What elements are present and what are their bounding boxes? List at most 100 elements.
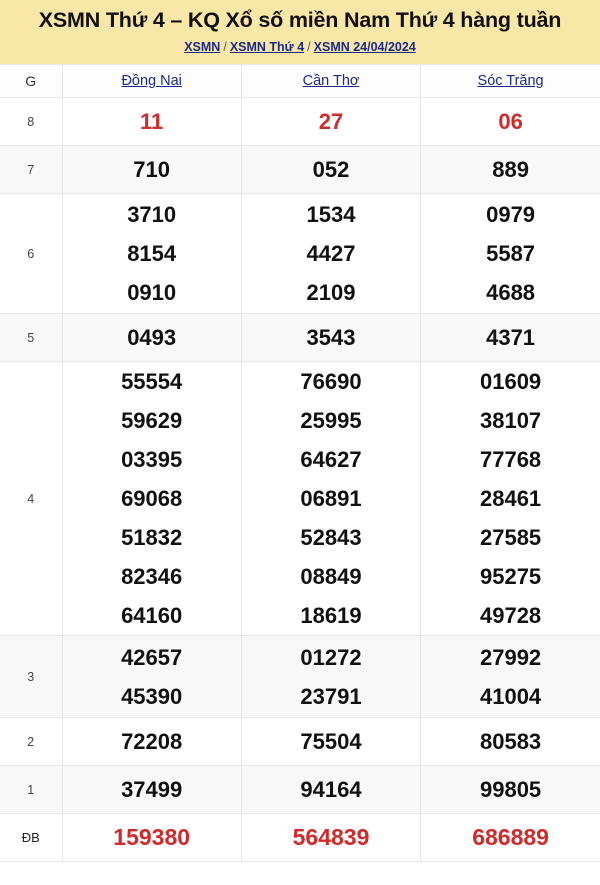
column-header-prize: G	[0, 64, 63, 99]
table-row: 2 72208 75504 80583	[0, 717, 600, 767]
column-header-can-tho: Cần Thơ	[240, 64, 422, 99]
prize-label: 1	[0, 765, 63, 815]
result-number: 4427	[306, 241, 356, 267]
column-header-dong-nai: Đồng Nai	[61, 64, 242, 99]
result-cell-soc-trang: 889	[420, 145, 600, 195]
table-body: 8 11 27 06 7 710 052 889 6 3710 8154 0910 1534 4427 21…	[0, 97, 600, 863]
column-header-soc-trang: Sóc Trăng	[420, 64, 600, 99]
result-number: 52843	[300, 525, 362, 551]
result-cell-dong-nai: 72208	[61, 717, 242, 767]
result-number: 95275	[479, 564, 542, 590]
table-row: 3 42657 45390 01272 23791 27992 41004	[0, 635, 600, 719]
result-cell-can-tho: 94164	[240, 765, 422, 815]
result-cell-dong-nai: 0493	[61, 313, 242, 363]
result-number: 64627	[300, 447, 362, 473]
result-number: 25995	[300, 408, 362, 434]
result-number: 94164	[300, 777, 362, 803]
prize-label: 2	[0, 717, 63, 767]
result-number: 11	[140, 109, 164, 135]
result-cell-dong-nai: 710	[61, 145, 242, 195]
result-cell-can-tho: 01272 23791	[240, 635, 422, 719]
table-row: 4 55554 59629 03395 69068 51832 82346 64160 7669…	[0, 361, 600, 637]
result-number: 27585	[479, 525, 542, 551]
lottery-results-table: G Đồng Nai Cần Thơ Sóc Trăng 8 11 27 06 7 710…	[0, 64, 600, 863]
result-number: 2109	[306, 280, 356, 306]
result-number: 76690	[300, 369, 362, 395]
result-cell-dong-nai: 55554 59629 03395 69068 51832 82346 64160	[61, 361, 242, 637]
province-link-soc-trang[interactable]: Sóc Trăng	[478, 73, 544, 89]
result-cell-dong-nai: 42657 45390	[61, 635, 242, 719]
result-number: 686889	[472, 824, 549, 851]
breadcrumb: XSMN / XSMN Thứ 4/XSMN 24/04/2024	[10, 39, 590, 55]
result-number: 75504	[300, 729, 362, 755]
result-number: 55554	[121, 369, 183, 395]
result-number: 64160	[121, 603, 183, 629]
result-number: 0979	[486, 202, 536, 228]
page-title: XSMN Thứ 4 – KQ Xổ số miền Nam Thứ 4 hàn…	[38, 8, 562, 32]
result-cell-dong-nai: 37499	[61, 765, 242, 815]
result-number: 4688	[486, 280, 536, 306]
province-link-can-tho[interactable]: Cần Thơ	[303, 73, 360, 89]
table-row: 8 11 27 06	[0, 97, 600, 147]
result-number: 99805	[479, 777, 542, 803]
result-number: 5587	[486, 241, 536, 267]
result-number: 42657	[121, 644, 183, 670]
lottery-results-page: XSMN Thứ 4 – KQ Xổ số miền Nam Thứ 4 hàn…	[0, 0, 600, 885]
result-number: 01272	[300, 644, 362, 670]
result-number: 59629	[121, 408, 183, 434]
result-number: 889	[492, 157, 529, 183]
result-number: 3543	[306, 325, 356, 351]
result-number: 1534	[306, 202, 356, 228]
prize-label: ĐB	[0, 813, 63, 863]
result-number: 564839	[292, 824, 370, 851]
result-number: 710	[133, 157, 171, 183]
result-number: 80583	[479, 729, 542, 755]
result-number: 28461	[479, 486, 542, 512]
prize-label: 3	[0, 635, 63, 719]
result-number: 0910	[127, 280, 177, 306]
result-cell-soc-trang: 27992 41004	[420, 635, 600, 719]
breadcrumb-link-xsmn-date[interactable]: XSMN 24/04/2024	[314, 40, 416, 54]
result-cell-dong-nai: 11	[61, 97, 242, 147]
result-number: 0493	[127, 325, 177, 351]
result-number: 82346	[121, 564, 183, 590]
table-row: 1 37499 94164 99805	[0, 765, 600, 815]
result-cell-dong-nai: 159380	[61, 813, 242, 863]
prize-label: 4	[0, 361, 63, 637]
page-banner: XSMN Thứ 4 – KQ Xổ số miền Nam Thứ 4 hàn…	[0, 0, 600, 65]
result-number: 41004	[479, 683, 542, 709]
breadcrumb-link-xsmn-thu-4[interactable]: XSMN Thứ 4	[230, 40, 304, 54]
result-cell-can-tho: 76690 25995 64627 06891 52843 08849 18619	[240, 361, 422, 637]
result-number: 23791	[300, 683, 362, 709]
result-cell-can-tho: 27	[240, 97, 422, 147]
breadcrumb-separator: /	[307, 39, 311, 54]
breadcrumb-separator: /	[223, 39, 227, 54]
result-cell-soc-trang: 06	[420, 97, 600, 147]
result-number: 72208	[121, 729, 183, 755]
result-number: 27	[318, 109, 344, 135]
result-cell-can-tho: 1534 4427 2109	[240, 193, 422, 315]
result-number: 03395	[121, 447, 183, 473]
result-number: 38107	[479, 408, 542, 434]
result-number: 08849	[300, 564, 362, 590]
result-number: 052	[312, 157, 350, 183]
result-cell-soc-trang: 4371	[420, 313, 600, 363]
province-link-dong-nai[interactable]: Đồng Nai	[121, 73, 181, 89]
result-cell-soc-trang: 686889	[420, 813, 600, 863]
prize-label: 8	[0, 97, 63, 147]
result-cell-can-tho: 75504	[240, 717, 422, 767]
result-number: 37499	[121, 777, 183, 803]
result-number: 06891	[300, 486, 362, 512]
result-cell-dong-nai: 3710 8154 0910	[61, 193, 242, 315]
result-cell-soc-trang: 80583	[420, 717, 600, 767]
result-number: 49728	[479, 603, 542, 629]
result-number: 3710	[127, 202, 177, 228]
table-row: 5 0493 3543 4371	[0, 313, 600, 363]
result-number: 159380	[113, 824, 191, 851]
result-cell-can-tho: 3543	[240, 313, 422, 363]
result-number: 51832	[121, 525, 183, 551]
prize-label: 5	[0, 313, 63, 363]
result-number: 45390	[121, 683, 183, 709]
result-cell-soc-trang: 01609 38107 77768 28461 27585 95275 49728	[420, 361, 600, 637]
breadcrumb-link-xsmn[interactable]: XSMN	[184, 40, 220, 54]
